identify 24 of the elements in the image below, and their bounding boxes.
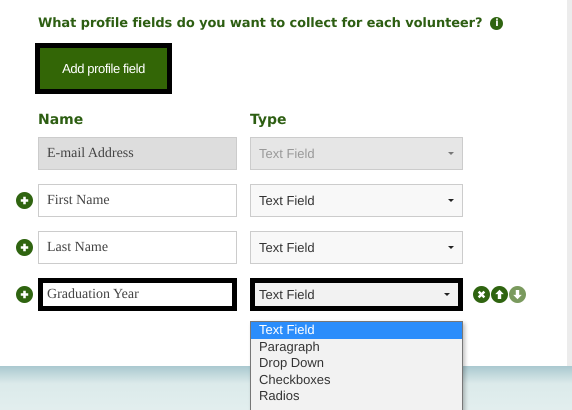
add-icon[interactable]: [16, 286, 33, 303]
field-name-input[interactable]: Graduation Year: [38, 278, 237, 311]
field-type-select[interactable]: Text Field: [250, 184, 463, 217]
field-type-select[interactable]: Text Field: [250, 231, 463, 264]
arrow-up-icon[interactable]: [491, 286, 508, 303]
field-name-input[interactable]: Last Name: [38, 231, 237, 264]
dropdown-option[interactable]: Checkboxes: [251, 372, 462, 388]
field-type-select[interactable]: Text Field: [250, 278, 463, 311]
remove-icon[interactable]: [473, 286, 490, 303]
caret-icon: [448, 199, 454, 202]
caret-icon: [448, 152, 454, 155]
add-icon[interactable]: [16, 192, 33, 209]
dropdown-option[interactable]: Paragraph: [251, 338, 462, 355]
field-name-input[interactable]: First Name: [38, 184, 237, 217]
caret-icon: [444, 293, 450, 296]
add-icon[interactable]: [16, 239, 33, 256]
column-header: Type: [250, 112, 287, 128]
column-header: Name: [38, 112, 84, 128]
caret-icon: [448, 246, 454, 249]
info-icon[interactable]: i: [490, 17, 504, 30]
dropdown-option[interactable]: Drop Down: [251, 355, 462, 372]
add-profile-field-button[interactable]: Add profile field: [35, 43, 172, 94]
dropdown-option[interactable]: Radios: [251, 388, 462, 404]
section-heading: What profile fields do you want to collect for each volunteer?: [38, 16, 482, 31]
